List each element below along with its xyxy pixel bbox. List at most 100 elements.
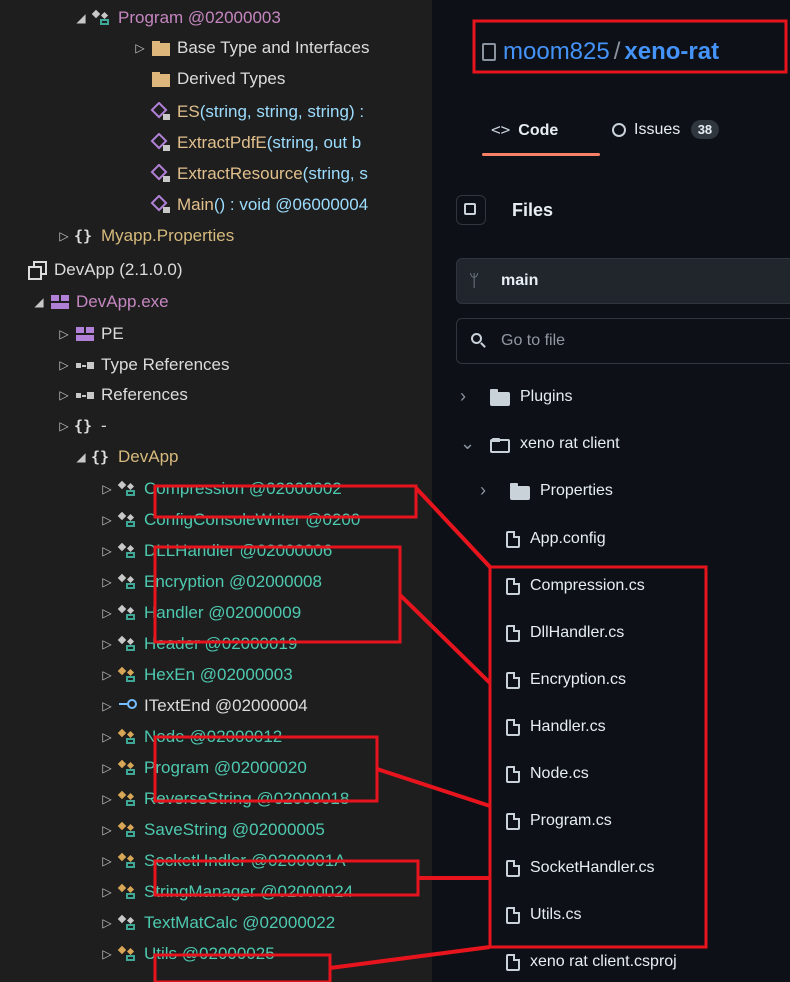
- collapsed-arrow-icon[interactable]: ▷: [100, 513, 114, 527]
- tree-node[interactable]: ▷ Compression @02000002: [100, 473, 341, 504]
- tab-issues[interactable]: Issues 38: [612, 120, 720, 139]
- collapsed-arrow-icon[interactable]: ▷: [100, 947, 114, 961]
- collapsed-arrow-icon[interactable]: ▷: [57, 327, 71, 341]
- expanded-arrow-icon[interactable]: ◢: [74, 450, 88, 464]
- tree-node[interactable]: ▷ Type References: [57, 349, 229, 380]
- collapsed-arrow-icon[interactable]: ▷: [100, 637, 114, 651]
- tree-node[interactable]: ▷ Base Type and Interfaces: [133, 32, 369, 63]
- sidebar-toggle-button[interactable]: [456, 195, 486, 225]
- file-item[interactable]: DllHandler.cs: [530, 624, 624, 642]
- collapsed-arrow-icon[interactable]: ▷: [100, 606, 114, 620]
- method-icon: [150, 194, 172, 215]
- tree-node[interactable]: ▷ TextMatCalc @02000022: [100, 907, 335, 938]
- expanded-arrow-icon[interactable]: ◢: [74, 11, 88, 25]
- file-item[interactable]: App.config: [530, 530, 606, 548]
- collapsed-arrow-icon[interactable]: ▷: [100, 885, 114, 899]
- tab-code[interactable]: <> Code: [491, 120, 558, 140]
- repo-title: moom825/xeno-rat: [503, 38, 719, 66]
- tree-node[interactable]: ▷ HexEn @02000003: [100, 659, 292, 690]
- tree-node[interactable]: ▷ Program @02000020: [100, 752, 306, 783]
- tree-node[interactable]: ExtractResource (string, s: [133, 158, 368, 189]
- file-item[interactable]: Encryption.cs: [530, 671, 626, 689]
- tree-node[interactable]: ▷ ITextEnd @02000004: [100, 690, 307, 721]
- repo-name-link[interactable]: xeno-rat: [624, 38, 719, 65]
- repo-owner-link[interactable]: moom825: [503, 38, 610, 65]
- class-icon: [91, 8, 113, 28]
- collapsed-arrow-icon[interactable]: ▷: [133, 41, 147, 55]
- assembly-explorer-tree: ◢ Program @02000003 ▷ Base Type and Interfa…: [0, 0, 432, 982]
- chevron-right-icon[interactable]: ›: [460, 386, 466, 407]
- tree-node[interactable]: ▷ Handler @02000009: [100, 597, 301, 628]
- namespace-icon: {}: [74, 416, 96, 436]
- file-item[interactable]: SocketHandler.cs: [530, 859, 655, 877]
- tree-node-label: ExtractResource: [177, 163, 303, 183]
- tree-node-label: ReverseString @02000018: [144, 788, 350, 808]
- file-item[interactable]: Compression.cs: [530, 577, 645, 595]
- class-icon: [117, 603, 139, 623]
- folder-item[interactable]: xeno rat client: [520, 435, 620, 453]
- files-title: Files: [512, 200, 554, 220]
- tree-node[interactable]: ▷ DLLHandler @02000006: [100, 535, 332, 566]
- tree-node[interactable]: Derived Types: [133, 63, 285, 94]
- branch-selector[interactable]: ᛘ main: [456, 258, 790, 304]
- file-item[interactable]: Program.cs: [530, 812, 612, 830]
- collapsed-arrow-icon[interactable]: ▷: [57, 229, 71, 243]
- tree-node[interactable]: ExtractPdfE (string, out b: [133, 127, 361, 158]
- tree-node[interactable]: DevApp (2.1.0.0): [10, 254, 183, 285]
- collapsed-arrow-icon[interactable]: ▷: [100, 823, 114, 837]
- tree-node[interactable]: ◢{} DevApp: [74, 441, 178, 472]
- collapsed-arrow-icon[interactable]: ▷: [57, 358, 71, 372]
- tree-node[interactable]: ▷ ReverseString @02000018: [100, 783, 349, 814]
- collapsed-arrow-icon[interactable]: ▷: [100, 575, 114, 589]
- tree-node[interactable]: ◢ Program @02000003: [74, 2, 280, 33]
- collapsed-arrow-icon[interactable]: ▷: [100, 761, 114, 775]
- svg-text:{}: {}: [74, 227, 92, 245]
- collapsed-arrow-icon[interactable]: ▷: [100, 916, 114, 930]
- go-to-file-input[interactable]: Go to file: [456, 318, 790, 364]
- expanded-arrow-icon[interactable]: ◢: [32, 295, 46, 309]
- tree-node[interactable]: ▷ References: [57, 379, 188, 410]
- collapsed-arrow-icon[interactable]: ▷: [57, 419, 71, 433]
- collapsed-arrow-icon[interactable]: ▷: [57, 388, 71, 402]
- tab-issues-label: Issues: [634, 121, 681, 138]
- file-item[interactable]: xeno rat client.csproj: [530, 953, 677, 971]
- tree-node[interactable]: ▷ Node @02000012: [100, 721, 282, 752]
- tree-node-label: Myapp.Properties: [101, 225, 235, 245]
- collapsed-arrow-icon[interactable]: ▷: [100, 482, 114, 496]
- folder-item[interactable]: Plugins: [520, 388, 572, 406]
- tree-node[interactable]: ▷ Utils @02000025: [100, 938, 274, 969]
- tree-node[interactable]: ▷ Header @02000019: [100, 628, 297, 659]
- tree-node[interactable]: ▷ SocketHndler @0200001A: [100, 845, 345, 876]
- tree-node-label: ConfigConsoleWriter @0200: [144, 509, 361, 529]
- search-icon-handle: [480, 342, 486, 348]
- collapsed-arrow-icon[interactable]: ▷: [100, 792, 114, 806]
- file-icon: [506, 578, 520, 595]
- tree-node-label: SaveString @02000005: [144, 819, 325, 839]
- collapsed-arrow-icon[interactable]: ▷: [100, 854, 114, 868]
- file-icon: [506, 860, 520, 877]
- tree-node[interactable]: ▷ SaveString @02000005: [100, 814, 325, 845]
- file-item[interactable]: Node.cs: [530, 765, 589, 783]
- class-icon: [117, 479, 139, 499]
- tree-node[interactable]: ▷{} Myapp.Properties: [57, 220, 234, 251]
- chevron-down-icon[interactable]: ⌄: [460, 433, 475, 454]
- class-icon: [117, 634, 139, 654]
- collapsed-arrow-icon[interactable]: ▷: [100, 668, 114, 682]
- collapsed-arrow-icon[interactable]: ▷: [100, 544, 114, 558]
- tree-node[interactable]: ▷{} -: [57, 410, 106, 441]
- tree-node[interactable]: ▷ StringManager @02000024: [100, 876, 353, 907]
- tree-node[interactable]: ▷ PE: [57, 318, 123, 349]
- folder-item[interactable]: Properties: [540, 482, 613, 500]
- collapsed-arrow-icon[interactable]: ▷: [100, 699, 114, 713]
- collapsed-arrow-icon[interactable]: ▷: [100, 730, 114, 744]
- file-item[interactable]: Handler.cs: [530, 718, 606, 736]
- chevron-right-icon[interactable]: ›: [480, 480, 486, 501]
- tree-node[interactable]: ES (string, string, string) :: [133, 96, 364, 127]
- method-icon: [150, 101, 172, 122]
- tree-node[interactable]: ▷ ConfigConsoleWriter @0200: [100, 504, 360, 535]
- tree-node[interactable]: Main() : void @06000004: [133, 189, 368, 220]
- tree-node-label: DevApp (2.1.0.0): [54, 259, 183, 279]
- tree-node[interactable]: ◢ DevApp.exe: [32, 286, 168, 317]
- file-item[interactable]: Utils.cs: [530, 906, 582, 924]
- tree-node[interactable]: ▷ Encryption @02000008: [100, 566, 322, 597]
